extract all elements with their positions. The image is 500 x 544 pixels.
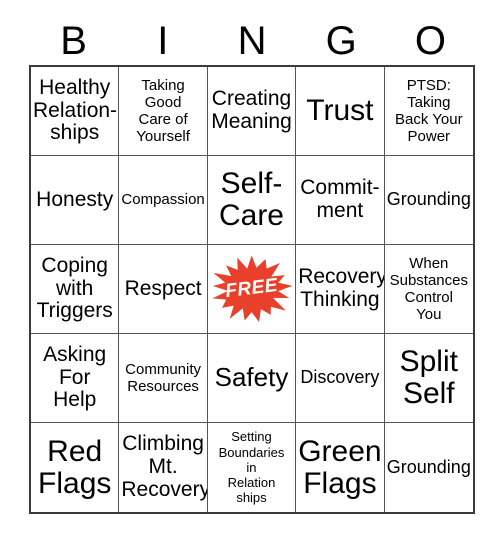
bingo-cell-label: Grounding [386, 456, 471, 477]
bingo-header: B I N G O [29, 18, 475, 64]
bingo-cell[interactable]: PTSD: Taking Back Your Power [384, 67, 473, 156]
bingo-cell[interactable]: Discovery [296, 334, 385, 423]
bingo-header-letter-b: B [60, 19, 87, 63]
bingo-cell[interactable]: Green Flags [296, 423, 385, 512]
bingo-cell[interactable]: Safety [207, 334, 297, 423]
bingo-cell[interactable]: Compassion [119, 156, 208, 245]
bingo-cell-label: Recovery Thinking [298, 265, 385, 311]
bingo-cell-label: Healthy Relation- ships [33, 75, 118, 145]
bingo-cell[interactable]: Coping with Triggers [31, 245, 120, 334]
bingo-cell[interactable]: Taking Good Care of Yourself [119, 67, 208, 156]
bingo-grid: Healthy Relation- ships Taking Good Care … [29, 65, 475, 514]
bingo-cell[interactable]: Healthy Relation- ships [31, 67, 120, 156]
bingo-cell-label: When Substances Control You [389, 254, 468, 324]
bingo-cell[interactable]: When Substances Control You [384, 245, 473, 334]
bingo-cell[interactable]: Trust [296, 67, 385, 156]
bingo-cell-label: Self- Care [218, 167, 284, 232]
bingo-cell-label: PTSD: Taking Back Your Power [395, 76, 463, 146]
bingo-cell-label: Coping with Triggers [36, 253, 113, 323]
bingo-cell-label: Setting Boundaries in Relation ships [218, 429, 285, 506]
bingo-cell[interactable]: Red Flags [31, 423, 120, 512]
bingo-cell-label: Safety [214, 362, 289, 393]
bingo-cell-label: Creating Meaning [211, 87, 292, 133]
bingo-cell-label: Climbing Mt. Recovery [121, 432, 208, 501]
bingo-cell[interactable]: Grounding [384, 156, 473, 245]
bingo-cell[interactable]: Self- Care [207, 156, 297, 245]
bingo-cell-label: Commit- ment [300, 176, 380, 222]
bingo-cell-label: Compassion [121, 191, 205, 209]
starburst-icon [212, 255, 293, 323]
free-space: FREE [210, 246, 293, 332]
bingo-cell[interactable]: Grounding [384, 423, 473, 512]
bingo-cell-free-space[interactable]: FREE [207, 245, 297, 334]
bingo-cell[interactable]: Honesty [31, 156, 120, 245]
bingo-cell[interactable]: Split Self [384, 334, 473, 423]
bingo-cell-label: Honesty [36, 187, 114, 211]
bingo-header-letter-n: N [237, 19, 267, 63]
bingo-cell-label: Grounding [386, 189, 471, 210]
bingo-cell-label: Community Resources [125, 360, 202, 395]
bingo-cell-label: Taking Good Care of Yourself [136, 76, 190, 146]
bingo-cell-label: Green Flags [298, 434, 382, 500]
bingo-cell-label: Trust [306, 94, 374, 128]
bingo-cell[interactable]: Recovery Thinking [296, 245, 385, 334]
bingo-cell-label: Respect [124, 276, 202, 300]
bingo-cell-label: Red Flags [38, 434, 112, 500]
bingo-header-letter-i: I [157, 19, 169, 63]
bingo-cell[interactable]: Respect [119, 245, 208, 334]
bingo-cell-label: Discovery [300, 367, 380, 388]
bingo-cell[interactable]: Creating Meaning [207, 67, 297, 156]
bingo-header-letter-o: O [414, 19, 446, 63]
bingo-card: B I N G O Healthy Relation- ships Taking … [0, 0, 500, 544]
bingo-cell[interactable]: Climbing Mt. Recovery [119, 423, 208, 512]
bingo-cell[interactable]: Commit- ment [296, 156, 385, 245]
bingo-cell[interactable]: Community Resources [119, 334, 208, 423]
bingo-cell-label: Split Self [399, 345, 458, 410]
bingo-cell[interactable]: Asking For Help [31, 334, 120, 423]
bingo-header-letter-g: G [325, 19, 357, 63]
bingo-cell-label: Asking For Help [43, 342, 107, 412]
bingo-cell[interactable]: Setting Boundaries in Relation ships [207, 423, 297, 512]
